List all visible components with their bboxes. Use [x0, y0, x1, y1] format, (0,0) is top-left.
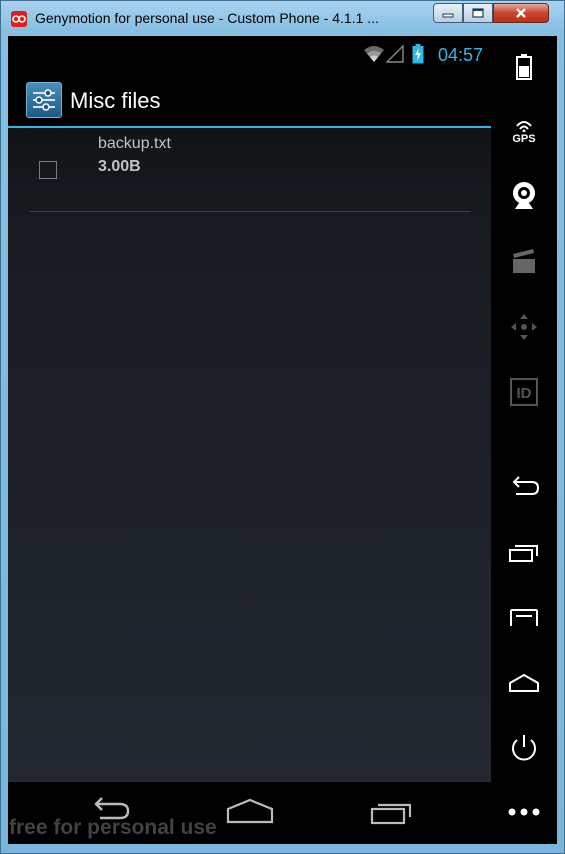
back-icon [512, 476, 540, 495]
window-title: Genymotion for personal use - Custom Pho… [35, 10, 379, 26]
action-bar: Misc files [8, 71, 491, 128]
more-options-icon [508, 808, 540, 816]
maximize-button[interactable] [463, 3, 493, 23]
toolbar-menu-button[interactable] [491, 606, 557, 628]
gps-label: GPS [512, 133, 536, 145]
screencast-button[interactable] [491, 248, 557, 274]
id-icon: ID [510, 378, 538, 406]
recent-apps-icon[interactable] [368, 796, 416, 826]
menu-icon [510, 609, 538, 626]
minimize-icon [434, 4, 462, 22]
battery-icon [516, 54, 532, 80]
toolbar-home-button[interactable] [491, 672, 557, 694]
device-id-button[interactable]: ID [491, 378, 557, 406]
more-options-button[interactable] [491, 806, 557, 818]
maximize-icon [464, 4, 492, 22]
home-icon[interactable] [225, 796, 275, 826]
minimize-button[interactable] [433, 3, 463, 23]
list-divider [29, 211, 471, 212]
toolbar-back-button[interactable] [491, 476, 557, 498]
file-size: 3.00B [98, 158, 141, 175]
clapperboard-icon [513, 249, 535, 273]
window-titlebar[interactable]: Genymotion for personal use - Custom Pho… [1, 1, 565, 37]
webcam-icon [513, 182, 535, 209]
status-bar: 04:57 [8, 36, 491, 71]
power-button[interactable] [491, 732, 557, 764]
watermark-text: free for personal use [9, 816, 217, 839]
settings-sliders-icon[interactable] [26, 82, 62, 118]
android-screen: 04:57 Misc files backup.txt 3.00B [8, 36, 491, 782]
close-icon [494, 4, 548, 22]
file-list-item[interactable]: backup.txt 3.00B [8, 128, 491, 212]
power-icon [512, 735, 536, 761]
status-time: 04:57 [437, 45, 483, 65]
camera-button[interactable] [491, 181, 557, 211]
dpad-button[interactable] [491, 312, 557, 342]
dpad-icon [511, 314, 537, 340]
home-icon [509, 673, 539, 692]
genymotion-logo-icon [11, 11, 27, 27]
gps-button[interactable] [491, 118, 557, 132]
file-name: backup.txt [98, 135, 171, 152]
toolbar-recent-apps-button[interactable] [491, 541, 557, 563]
gps-icon [516, 121, 532, 132]
battery-button[interactable] [491, 54, 557, 80]
recent-apps-icon [509, 545, 538, 562]
svg-text:ID: ID [517, 385, 532, 402]
close-button[interactable] [493, 3, 549, 23]
signal-icon [386, 45, 404, 63]
wifi-icon [364, 46, 384, 62]
file-checkbox[interactable] [39, 161, 57, 179]
battery-charging-icon [412, 44, 424, 64]
page-title: Misc files [70, 88, 161, 113]
genymotion-side-toolbar: GPS ID [491, 36, 557, 844]
